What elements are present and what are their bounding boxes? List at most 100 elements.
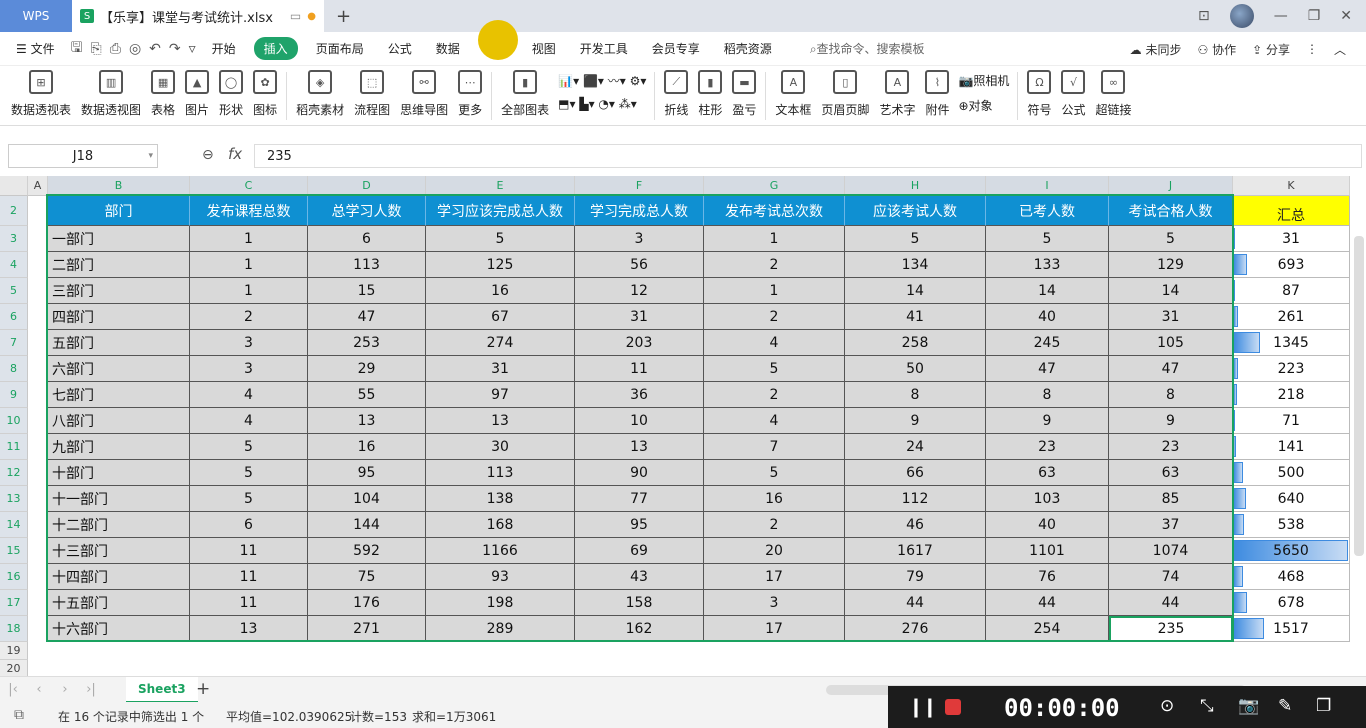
department-cell[interactable]: 六部门 <box>48 356 190 382</box>
table-cell[interactable]: 66 <box>845 460 986 486</box>
table-cell[interactable]: 77 <box>575 486 704 512</box>
table-cell[interactable]: 5 <box>190 434 308 460</box>
table-cell[interactable]: 79 <box>845 564 986 590</box>
pause-icon[interactable]: ❙❙ <box>908 696 938 718</box>
wps-home-tab[interactable]: WPS <box>0 0 72 32</box>
mindmap-button[interactable]: ⚯ 思维导图 <box>395 66 453 118</box>
summary-cell[interactable]: 31 <box>1233 226 1350 252</box>
table-cell[interactable]: 37 <box>1109 512 1233 538</box>
row-header-12[interactable]: 12 <box>0 460 28 486</box>
minimize-icon[interactable]: — <box>1274 8 1288 24</box>
department-cell[interactable]: 一部门 <box>48 226 190 252</box>
table-cell[interactable]: 13 <box>308 408 426 434</box>
summary-cell[interactable]: 261 <box>1233 304 1350 330</box>
table-cell[interactable]: 245 <box>986 330 1109 356</box>
table-cell[interactable]: 95 <box>575 512 704 538</box>
close-icon[interactable]: ✕ <box>1340 8 1352 24</box>
table-cell[interactable]: 23 <box>986 434 1109 460</box>
collapse-ribbon-icon[interactable]: ︿ <box>1334 41 1346 58</box>
pivot-chart-button[interactable]: ▥ 数据透视图 <box>76 66 146 118</box>
table-cell[interactable]: 9 <box>986 408 1109 434</box>
table-cell[interactable]: 97 <box>426 382 575 408</box>
table-cell[interactable]: 5 <box>190 460 308 486</box>
vertical-scrollbar[interactable] <box>1354 236 1364 556</box>
table-cell[interactable]: 40 <box>986 304 1109 330</box>
wordart-button[interactable]: A 艺术字 <box>874 66 920 118</box>
winloss-sparkline-button[interactable]: ▬ 盈亏 <box>727 66 761 118</box>
table-cell[interactable]: 9 <box>1109 408 1233 434</box>
more-button[interactable]: ⋯ 更多 <box>453 66 487 118</box>
table-button[interactable]: ▦ 表格 <box>146 66 180 118</box>
table-cell[interactable]: 5 <box>704 356 845 382</box>
table-cell[interactable]: 14 <box>1109 278 1233 304</box>
table-cell[interactable]: 16 <box>704 486 845 512</box>
zoom-icon[interactable]: ⊖ <box>202 147 214 163</box>
table-cell[interactable]: 158 <box>575 590 704 616</box>
table-cell[interactable]: 203 <box>575 330 704 356</box>
table-cell[interactable]: 4 <box>704 330 845 356</box>
table-cell[interactable]: 276 <box>845 616 986 642</box>
table-cell[interactable]: 289 <box>426 616 575 642</box>
macro-record-icon[interactable]: ⧉ <box>14 707 24 723</box>
table-cell[interactable]: 56 <box>575 252 704 278</box>
prev-sheet-icon[interactable]: ‹ <box>26 682 52 697</box>
chart-row-1[interactable]: 📊▾ ⬛▾ 〰▾ ⚙▾ <box>558 72 646 89</box>
summary-cell[interactable]: 5650 <box>1233 538 1350 564</box>
select-all-corner[interactable] <box>0 176 28 196</box>
collaborate-button[interactable]: ⚇ 协作 <box>1197 41 1236 58</box>
table-cell[interactable]: 1 <box>704 278 845 304</box>
tab-view[interactable]: 视图 <box>520 40 568 57</box>
department-cell[interactable]: 七部门 <box>48 382 190 408</box>
table-cell[interactable]: 103 <box>986 486 1109 512</box>
column-header-a[interactable]: A <box>28 176 48 196</box>
table-cell[interactable]: 113 <box>308 252 426 278</box>
row-header-18[interactable]: 18 <box>0 616 28 642</box>
table-cell[interactable]: 1166 <box>426 538 575 564</box>
tab-data[interactable]: 数据 <box>424 40 472 57</box>
chart-row-2[interactable]: ⬒▾ ▙▾ ◔▾ ⁂▾ <box>558 97 646 111</box>
monitor-icon[interactable]: ▭ <box>290 9 301 23</box>
row-header-3[interactable]: 3 <box>0 226 28 252</box>
symbol-button[interactable]: Ω 符号 <box>1022 66 1056 118</box>
table-cell[interactable]: 112 <box>845 486 986 512</box>
summary-cell[interactable]: 500 <box>1233 460 1350 486</box>
table-cell[interactable]: 3 <box>704 590 845 616</box>
next-sheet-icon[interactable]: › <box>52 682 78 697</box>
table-cell[interactable]: 63 <box>1109 460 1233 486</box>
table-cell[interactable]: 105 <box>1109 330 1233 356</box>
row-header-13[interactable]: 13 <box>0 486 28 512</box>
table-cell[interactable]: 5 <box>704 460 845 486</box>
row-header-16[interactable]: 16 <box>0 564 28 590</box>
table-cell[interactable]: 13 <box>426 408 575 434</box>
table-cell[interactable]: 258 <box>845 330 986 356</box>
table-cell[interactable]: 253 <box>308 330 426 356</box>
table-cell[interactable]: 129 <box>1109 252 1233 278</box>
table-cell[interactable]: 4 <box>704 408 845 434</box>
summary-cell[interactable]: 538 <box>1233 512 1350 538</box>
table-cell[interactable]: 17 <box>704 616 845 642</box>
table-cell[interactable]: 75 <box>308 564 426 590</box>
more-icon[interactable]: ⋮ <box>1306 42 1318 56</box>
summary-cell[interactable]: 1517 <box>1233 616 1350 642</box>
table-cell[interactable]: 1101 <box>986 538 1109 564</box>
table-cell[interactable]: 14 <box>986 278 1109 304</box>
table-cell[interactable]: 3 <box>190 330 308 356</box>
column-header-g[interactable]: G <box>704 176 845 196</box>
column-header-h[interactable]: H <box>845 176 986 196</box>
column-header-c[interactable]: C <box>190 176 308 196</box>
table-cell[interactable]: 1 <box>190 226 308 252</box>
print-icon[interactable]: ⎙ <box>106 41 125 57</box>
table-cell[interactable]: 40 <box>986 512 1109 538</box>
flowchart-button[interactable]: ⬚ 流程图 <box>349 66 395 118</box>
table-cell[interactable]: 9 <box>845 408 986 434</box>
line-sparkline-button[interactable]: ⟋ 折线 <box>659 66 693 118</box>
department-cell[interactable]: 十五部门 <box>48 590 190 616</box>
table-cell[interactable]: 76 <box>986 564 1109 590</box>
row-header-14[interactable]: 14 <box>0 512 28 538</box>
chevron-down-icon[interactable]: ▾ <box>148 151 153 161</box>
hyperlink-button[interactable]: ∞ 超链接 <box>1090 66 1136 118</box>
table-cell[interactable]: 5 <box>190 486 308 512</box>
table-cell[interactable]: 69 <box>575 538 704 564</box>
table-cell[interactable]: 95 <box>308 460 426 486</box>
table-cell[interactable]: 74 <box>1109 564 1233 590</box>
